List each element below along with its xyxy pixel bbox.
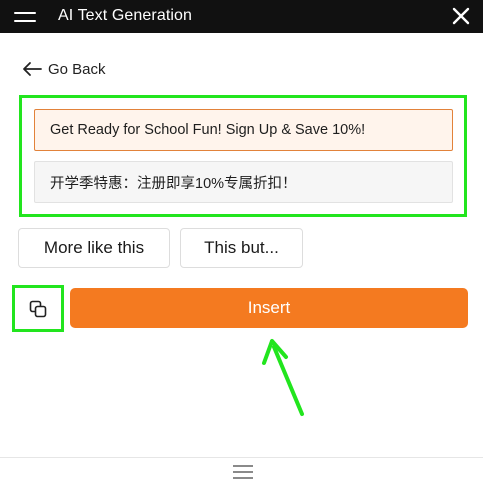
result-option-2[interactable]: 开学季特惠：注册即享10%专属折扣！	[34, 161, 453, 203]
close-icon[interactable]	[451, 6, 471, 26]
result-option-1[interactable]: Get Ready for School Fun! Sign Up & Save…	[34, 109, 453, 151]
result-option-2-text: 开学季特惠：注册即享10%专属折扣！	[50, 175, 297, 192]
this-but-button[interactable]: This but...	[180, 228, 303, 268]
more-like-this-button[interactable]: More like this	[18, 228, 170, 268]
hamburger-menu-icon[interactable]	[14, 9, 36, 25]
copy-button[interactable]	[18, 290, 58, 327]
ai-text-generation-panel: AI Text Generation Go Back Get Ready for…	[0, 0, 483, 487]
window-title: AI Text Generation	[58, 7, 193, 24]
go-back-label: Go Back	[48, 60, 106, 78]
annotation-arrow-icon	[262, 339, 304, 416]
go-back-link[interactable]: Go Back	[22, 58, 106, 80]
result-option-1-text: Get Ready for School Fun! Sign Up & Save…	[50, 122, 366, 138]
arrow-left-icon	[23, 62, 42, 76]
insert-button[interactable]: Insert	[70, 288, 468, 328]
copy-icon	[29, 300, 47, 317]
footer-divider	[0, 457, 483, 458]
title-bar: AI Text Generation	[0, 0, 483, 33]
drag-handle-icon[interactable]	[233, 465, 253, 479]
